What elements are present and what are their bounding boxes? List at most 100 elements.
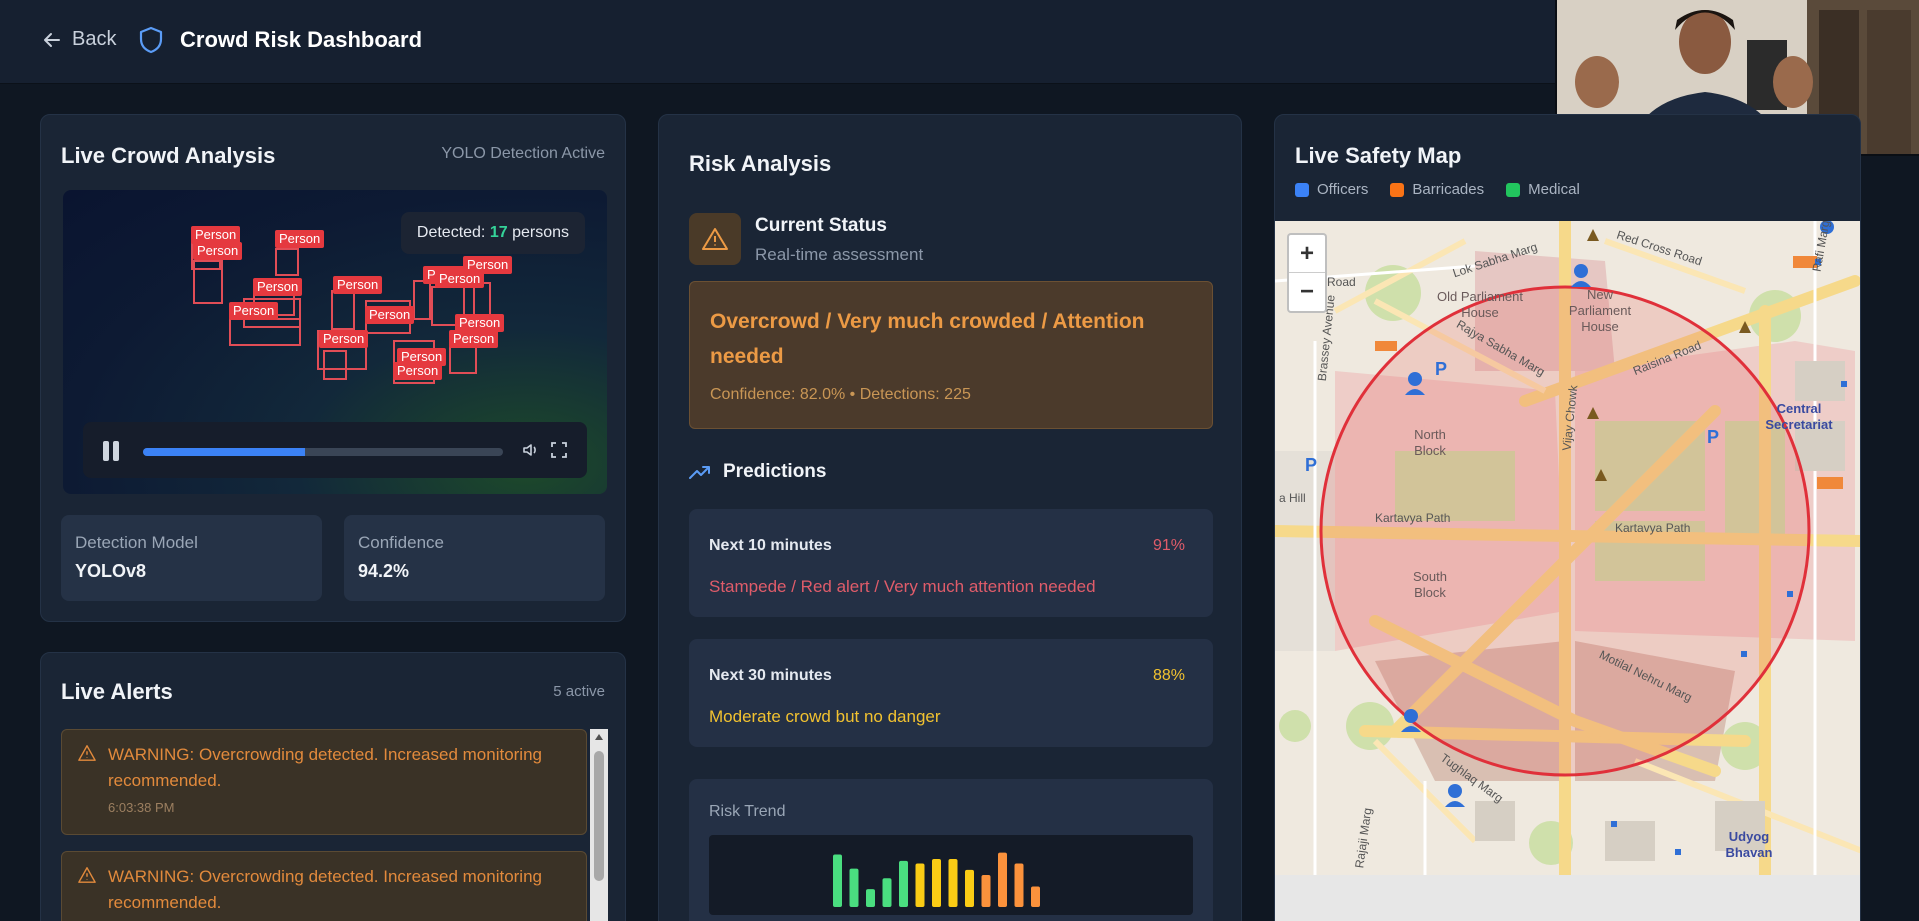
crowd-analysis-panel: Live Crowd Analysis YOLO Detection Activ… xyxy=(40,114,626,622)
safety-map-panel: Live Safety Map Officers Barricades Medi… xyxy=(1274,114,1861,921)
status-warning-badge xyxy=(689,213,741,265)
warning-icon xyxy=(702,228,728,250)
risk-trend-bar xyxy=(833,854,842,907)
legend-swatch xyxy=(1390,182,1405,197)
risk-trend-bar xyxy=(899,860,908,907)
detected-prefix: Detected: xyxy=(416,224,490,241)
risk-trend-bar xyxy=(981,875,991,907)
crowd-analysis-title: Live Crowd Analysis xyxy=(61,143,276,168)
detection-label: Person xyxy=(229,302,279,320)
prediction-probability: 88% xyxy=(1152,667,1185,684)
confidence-value: 94.2% xyxy=(358,561,410,581)
detection-model-label: Detection Model xyxy=(75,533,198,552)
detection-label: Person xyxy=(393,362,443,380)
map-label-udyog-bhavan: Udyog Bhavan xyxy=(1725,829,1773,860)
prediction-time: Next 10 minutes xyxy=(709,537,832,554)
current-status-subtitle: Real-time assessment xyxy=(755,245,924,264)
prediction-card: Next 30 minutes 88% Moderate crowd but n… xyxy=(689,639,1213,747)
back-label: Back xyxy=(72,28,117,50)
svg-text:P: P xyxy=(1707,427,1719,447)
detection-label: Person xyxy=(193,242,243,260)
risk-trend-bar xyxy=(932,859,941,907)
legend-swatch xyxy=(1295,182,1309,197)
detection-label: Person xyxy=(333,276,383,294)
zoom-in-button[interactable]: + xyxy=(1289,235,1325,273)
risk-trend-label: Risk Trend xyxy=(709,803,786,820)
warning-icon xyxy=(78,745,96,761)
detection-status-tag: YOLO Detection Active xyxy=(441,145,605,162)
back-button[interactable]: Back xyxy=(42,28,116,51)
risk-trend-bar xyxy=(882,878,892,907)
risk-trend-bars xyxy=(833,852,1040,907)
alerts-count: 5 active xyxy=(553,683,605,700)
risk-trend-card: Risk Trend xyxy=(689,779,1213,921)
map-label-old-parliament: Old Parliament House xyxy=(1437,289,1523,320)
map-label-central-secretariat: Central Secretariat xyxy=(1765,401,1833,432)
legend-officers: Officers xyxy=(1295,181,1368,198)
detection-label: Person xyxy=(365,306,415,324)
status-alert-box: Overcrowd / Very much crowded / Attentio… xyxy=(689,281,1213,429)
risk-trend-bar xyxy=(866,889,875,907)
risk-trend-bar xyxy=(965,869,974,907)
detection-label: Person xyxy=(275,230,325,248)
detection-label: Person xyxy=(319,330,369,348)
prediction-probability: 91% xyxy=(1152,537,1185,554)
confidence-card: Confidence 94.2% xyxy=(344,515,605,601)
map-label-kartavya-path-east: Kartavya Path xyxy=(1615,521,1691,535)
warning-icon xyxy=(78,867,96,883)
page-header: Crowd Risk Dashboard xyxy=(138,26,422,54)
risk-trend-bar xyxy=(1014,863,1024,907)
prediction-description: Moderate crowd but no danger xyxy=(709,707,941,726)
fullscreen-icon[interactable] xyxy=(549,440,569,460)
detected-count-badge: Detected: 17 persons xyxy=(400,212,585,254)
legend-medical: Medical xyxy=(1506,181,1580,198)
alert-item[interactable]: WARNING: Overcrowding detected. Increase… xyxy=(61,729,587,835)
risk-trend-bar xyxy=(1031,886,1040,907)
scroll-thumb[interactable] xyxy=(594,751,604,881)
prediction-card: Next 10 minutes 91% Stampede / Red alert… xyxy=(689,509,1213,617)
detection-model-value: YOLOv8 xyxy=(75,561,147,581)
map-label-kartavya-path-west: Kartavya Path xyxy=(1375,511,1451,525)
detection-box xyxy=(193,260,223,304)
risk-analysis-panel: Risk Analysis Current Status Real-time a… xyxy=(658,114,1242,921)
alerts-scrollbar[interactable] xyxy=(590,729,608,921)
detected-count: 17 xyxy=(489,224,508,241)
svg-text:P: P xyxy=(1305,455,1317,475)
video-feed[interactable]: Person Person Person Person Person Person Pers… xyxy=(63,190,607,494)
risk-trend-bar xyxy=(915,863,925,907)
status-text: Overcrowd / Very much crowded / Attentio… xyxy=(710,310,1145,368)
map-label-north-block: North Block xyxy=(1414,427,1446,458)
video-controls xyxy=(83,422,587,478)
risk-trend-chart xyxy=(709,835,1193,915)
pause-button[interactable] xyxy=(103,441,121,461)
map-label-road: Road xyxy=(1327,275,1356,289)
video-progress-bar[interactable] xyxy=(143,448,503,456)
detection-box xyxy=(331,290,355,330)
alert-item[interactable]: WARNING: Overcrowding detected. Increase… xyxy=(61,851,587,921)
legend-swatch xyxy=(1506,182,1521,197)
arrow-left-icon xyxy=(44,32,60,47)
trending-up-icon xyxy=(689,466,710,479)
map-label-new-parliament: New Parliament House xyxy=(1568,287,1632,334)
alert-text: WARNING: Overcrowding detected. Increase… xyxy=(108,867,542,912)
zoom-control: + − xyxy=(1287,233,1327,313)
prediction-time: Next 30 minutes xyxy=(709,667,832,684)
predictions-title: Predictions xyxy=(723,461,827,482)
live-alerts-panel: Live Alerts 5 active WARNING: Overcrowdi… xyxy=(40,652,626,921)
legend-label: Officers xyxy=(1317,181,1369,198)
detection-box xyxy=(275,248,299,276)
video-progress-fill xyxy=(143,448,305,456)
map-legend: Officers Barricades Medical xyxy=(1295,181,1580,198)
volume-icon[interactable] xyxy=(521,440,541,460)
map-label-south-block: South Block xyxy=(1413,569,1447,600)
live-alerts-title: Live Alerts xyxy=(61,679,173,704)
risk-trend-bar xyxy=(948,859,958,907)
safety-map[interactable]: P P P + − Old Parliament House New Parli… xyxy=(1275,221,1860,875)
zoom-out-button[interactable]: − xyxy=(1289,273,1325,311)
detection-box xyxy=(413,280,431,320)
prediction-description: Stampede / Red alert / Very much attenti… xyxy=(709,577,1096,596)
legend-label: Barricades xyxy=(1412,181,1485,198)
scroll-up-icon[interactable] xyxy=(595,734,603,740)
legend-label: Medical xyxy=(1528,181,1580,198)
alert-text: WARNING: Overcrowding detected. Increase… xyxy=(108,745,542,790)
